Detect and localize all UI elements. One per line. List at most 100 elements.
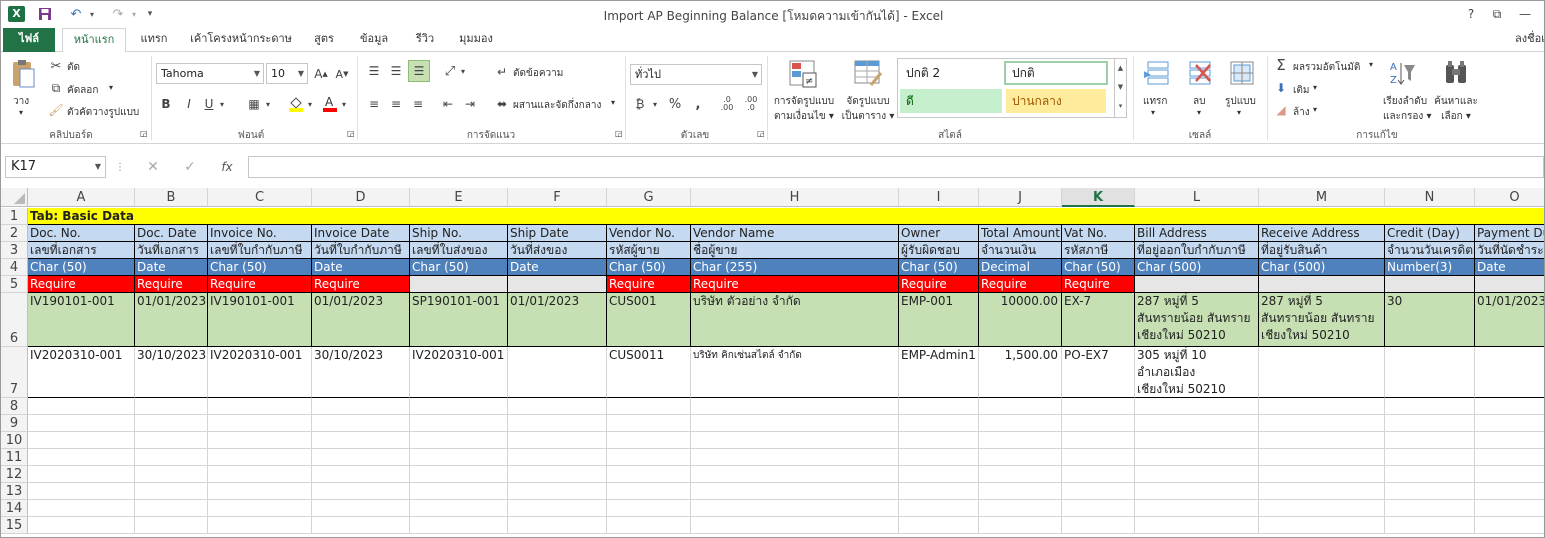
empty-cell[interactable]: [1259, 432, 1385, 449]
header-en-cell[interactable]: Doc. No.: [28, 225, 135, 242]
empty-cell[interactable]: [508, 483, 607, 500]
header-en-cell[interactable]: Invoice Date: [312, 225, 410, 242]
cut-button[interactable]: ตัด: [67, 60, 80, 75]
insert-dropdown-icon[interactable]: ▾: [1151, 108, 1155, 117]
select-all-button[interactable]: [1, 188, 28, 207]
tab-file[interactable]: ไฟล์: [3, 28, 55, 52]
align-center-icon[interactable]: ≡: [387, 95, 405, 113]
help-button[interactable]: ?: [1461, 5, 1481, 23]
empty-cell[interactable]: [1259, 466, 1385, 483]
empty-cell[interactable]: [1135, 449, 1259, 466]
insert-function-icon[interactable]: fx: [218, 158, 236, 176]
row-header-6[interactable]: 6: [1, 293, 28, 347]
column-header-f[interactable]: F: [508, 188, 607, 207]
data-cell[interactable]: [508, 347, 607, 398]
empty-cell[interactable]: [135, 517, 208, 534]
data-cell[interactable]: 10000.00: [979, 293, 1062, 347]
empty-cell[interactable]: [508, 398, 607, 415]
copy-icon[interactable]: ⧉: [48, 80, 64, 96]
type-cell[interactable]: Date: [312, 259, 410, 276]
header-th-cell[interactable]: วันที่ส่งของ: [508, 242, 607, 259]
header-th-cell[interactable]: วันที่นัดชำระ: [1475, 242, 1544, 259]
data-cell[interactable]: [1475, 347, 1544, 398]
empty-cell[interactable]: [691, 483, 899, 500]
empty-cell[interactable]: [899, 483, 979, 500]
row-header-9[interactable]: 9: [1, 415, 28, 432]
underline-dropdown-icon[interactable]: ▾: [218, 95, 226, 113]
data-cell[interactable]: 30/10/2023: [312, 347, 410, 398]
type-cell[interactable]: Date: [135, 259, 208, 276]
header-en-cell[interactable]: Invoice No.: [208, 225, 312, 242]
empty-cell[interactable]: [979, 432, 1062, 449]
column-header-d[interactable]: D: [312, 188, 410, 207]
empty-cell[interactable]: [607, 517, 691, 534]
empty-cell[interactable]: [208, 483, 312, 500]
header-th-cell[interactable]: ที่อยู่รับสินค้า: [1259, 242, 1385, 259]
column-header-c[interactable]: C: [208, 188, 312, 207]
find-select-button[interactable]: ค้นหาและ เลือก ▾: [1433, 94, 1479, 124]
data-cell[interactable]: บริษัท ตัวอย่าง จำกัด: [691, 293, 899, 347]
data-cell[interactable]: [1259, 347, 1385, 398]
header-en-cell[interactable]: Vat No.: [1062, 225, 1135, 242]
empty-cell[interactable]: [135, 500, 208, 517]
header-th-cell[interactable]: รหัสผู้ขาย: [607, 242, 691, 259]
empty-cell[interactable]: [691, 500, 899, 517]
tab-review[interactable]: รีวิว: [407, 28, 443, 52]
decrease-decimal-icon[interactable]: .00.0: [741, 95, 761, 113]
align-top-icon[interactable]: ☰: [365, 62, 383, 80]
required-cell[interactable]: [1135, 276, 1259, 293]
column-header-l[interactable]: L: [1135, 188, 1259, 207]
shrink-font-icon[interactable]: A ▼: [334, 65, 350, 83]
tab-page-layout[interactable]: เค้าโครงหน้ากระดาษ: [186, 28, 296, 52]
format-cells-icon[interactable]: [1227, 58, 1257, 88]
sign-in-link[interactable]: ลงชื่อเ: [1501, 28, 1544, 52]
empty-cell[interactable]: [208, 517, 312, 534]
data-cell[interactable]: 305 หมู่ที่ 10 อำเภอเมือง เชียงใหม่ 5021…: [1135, 347, 1259, 398]
paste-label[interactable]: วาง: [13, 94, 29, 109]
data-cell[interactable]: CUS001: [607, 293, 691, 347]
empty-cell[interactable]: [1385, 500, 1475, 517]
align-middle-icon[interactable]: ☰: [387, 62, 405, 80]
empty-cell[interactable]: [28, 500, 135, 517]
empty-cell[interactable]: [208, 466, 312, 483]
required-cell[interactable]: [1475, 276, 1544, 293]
header-th-cell[interactable]: เลขที่ใบส่งของ: [410, 242, 508, 259]
bold-icon[interactable]: B: [159, 95, 173, 113]
header-en-cell[interactable]: Bill Address: [1135, 225, 1259, 242]
fill-button[interactable]: เติม: [1293, 83, 1310, 98]
conditional-formatting-button[interactable]: การจัดรูปแบบ ตามเงื่อนไข ▾: [772, 94, 836, 124]
empty-cell[interactable]: [1135, 517, 1259, 534]
sheet-title-cell[interactable]: Tab: Basic Data: [28, 208, 1544, 225]
empty-cell[interactable]: [1062, 483, 1135, 500]
header-en-cell[interactable]: Total Amount: [979, 225, 1062, 242]
empty-cell[interactable]: [312, 517, 410, 534]
data-cell[interactable]: บริษัท คิกเซ่นสไตล์ จำกัด: [691, 347, 899, 398]
empty-cell[interactable]: [28, 398, 135, 415]
required-cell[interactable]: Require: [1062, 276, 1135, 293]
copy-button[interactable]: คัดลอก: [67, 83, 98, 98]
empty-cell[interactable]: [979, 500, 1062, 517]
wrap-text-icon[interactable]: ↵: [493, 63, 511, 81]
required-cell[interactable]: Require: [607, 276, 691, 293]
empty-cell[interactable]: [208, 432, 312, 449]
increase-indent-icon[interactable]: ⇥: [461, 95, 479, 113]
header-en-cell[interactable]: Ship Date: [508, 225, 607, 242]
font-size-select[interactable]: 10 ▼: [266, 63, 308, 84]
empty-cell[interactable]: [1062, 449, 1135, 466]
empty-cell[interactable]: [899, 432, 979, 449]
accounting-format-icon[interactable]: ₿: [631, 95, 649, 113]
clipboard-launcher-icon[interactable]: ◲: [140, 129, 148, 138]
worksheet-grid[interactable]: ABCDEFGHIJKLMNO 1 2 3 4 5 6 7 8 9 10 11 12 13 14 15 Ta…: [1, 188, 1544, 537]
column-header-i[interactable]: I: [899, 188, 979, 207]
row-header-2[interactable]: 2: [1, 225, 28, 242]
tab-insert[interactable]: แทรก: [134, 28, 174, 52]
empty-cell[interactable]: [410, 432, 508, 449]
empty-cell[interactable]: [691, 432, 899, 449]
row-header-13[interactable]: 13: [1, 483, 28, 500]
column-header-g[interactable]: G: [607, 188, 691, 207]
font-launcher-icon[interactable]: ◲: [347, 129, 355, 138]
empty-cell[interactable]: [312, 432, 410, 449]
empty-cell[interactable]: [28, 432, 135, 449]
header-en-cell[interactable]: Vendor No.: [607, 225, 691, 242]
empty-cell[interactable]: [1259, 500, 1385, 517]
